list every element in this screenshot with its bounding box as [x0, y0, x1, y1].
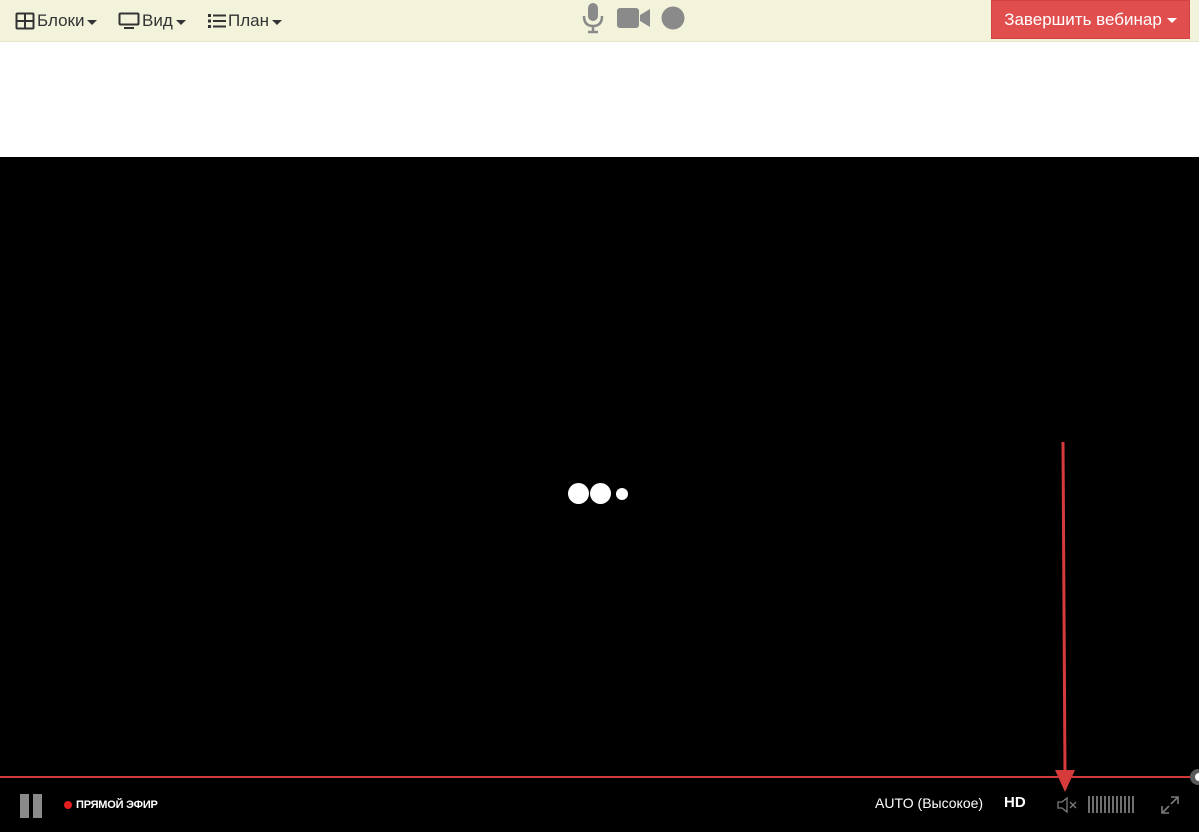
webinar-page: Блоки Вид План Завершить вебинар ПРЯМОЙ …	[0, 0, 1199, 832]
content-area	[0, 42, 1199, 157]
pause-button[interactable]	[18, 794, 44, 818]
pause-icon	[20, 794, 29, 818]
menu-view[interactable]: Вид	[118, 0, 186, 42]
volume-slider[interactable]	[1088, 796, 1134, 813]
camera-icon	[617, 7, 651, 34]
player-controls: ПРЯМОЙ ЭФИР AUTO (Высокое) HD	[0, 778, 1199, 832]
hd-toggle[interactable]: HD	[1004, 794, 1026, 811]
menu-blocks-label: Блоки	[37, 11, 85, 30]
live-label: ПРЯМОЙ ЭФИР	[76, 799, 158, 811]
live-dot-icon	[64, 801, 72, 809]
record-icon	[661, 6, 685, 35]
menu-view-label: Вид	[142, 11, 173, 30]
expand-icon	[1160, 796, 1180, 819]
end-webinar-label: Завершить вебинар	[1004, 9, 1162, 29]
chevron-down-icon	[175, 19, 186, 25]
video-player[interactable]: ПРЯМОЙ ЭФИР AUTO (Высокое) HD	[0, 157, 1199, 832]
record-toggle[interactable]	[661, 0, 685, 40]
menu-plan-label: План	[228, 11, 269, 30]
speaker-muted-icon	[1056, 796, 1078, 819]
microphone-icon	[582, 2, 604, 39]
fullscreen-button[interactable]	[1160, 795, 1180, 815]
menu-blocks[interactable]: Блоки	[15, 0, 98, 42]
menu-plan[interactable]: План	[208, 0, 282, 42]
live-indicator: ПРЯМОЙ ЭФИР	[64, 797, 158, 813]
end-webinar-button[interactable]: Завершить вебинар	[991, 0, 1190, 39]
list-icon	[208, 13, 226, 29]
camera-toggle[interactable]	[617, 0, 651, 40]
chevron-down-icon	[1166, 18, 1177, 23]
top-toolbar: Блоки Вид План Завершить вебинар	[0, 0, 1199, 42]
chevron-down-icon	[87, 19, 98, 25]
grid-icon	[15, 12, 35, 30]
quality-selector[interactable]: AUTO (Высокое)	[875, 795, 983, 811]
loading-spinner-icon	[566, 481, 636, 505]
mute-button[interactable]	[1056, 795, 1078, 815]
microphone-toggle[interactable]	[582, 0, 604, 40]
monitor-icon	[118, 12, 140, 30]
chevron-down-icon	[271, 19, 282, 25]
